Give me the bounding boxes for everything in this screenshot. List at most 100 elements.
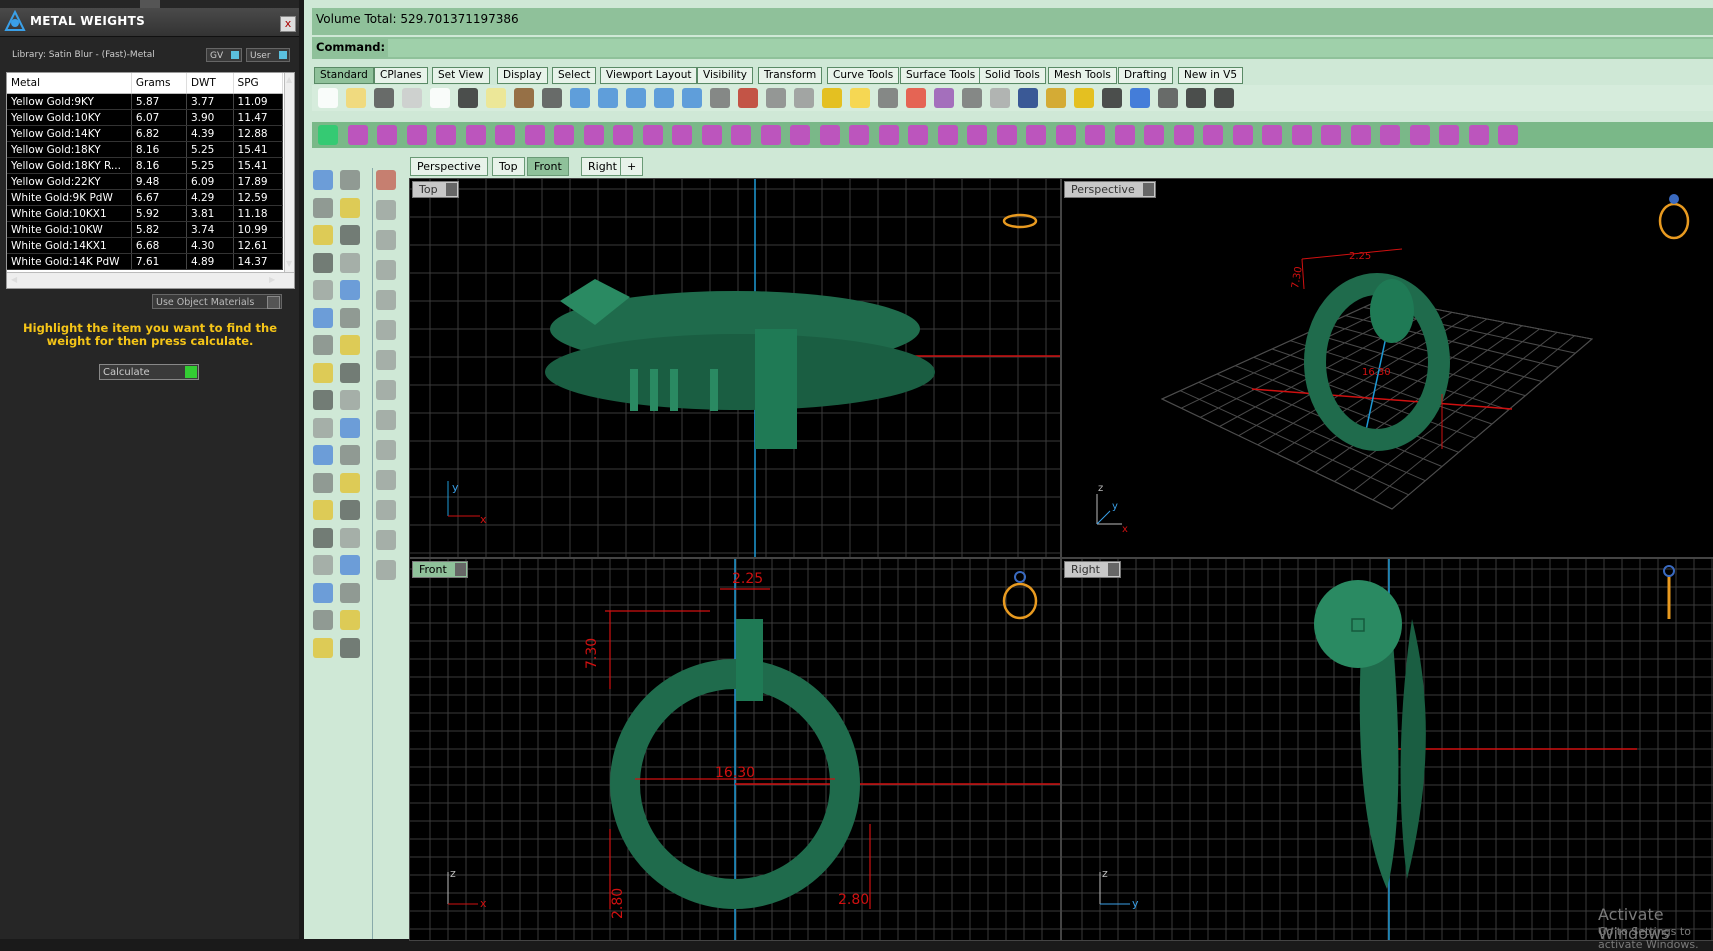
toolbar-tool-icon[interactable] [1102, 88, 1122, 108]
toolbar-tool-icon[interactable] [1158, 88, 1178, 108]
table-row[interactable]: White Gold:10KX1 5.92 3.81 11.18 [7, 205, 284, 222]
tab-set-view[interactable]: Set View [432, 67, 490, 84]
sidebar-tool-icon[interactable] [340, 170, 360, 190]
toolbar-tool-icon[interactable] [486, 88, 506, 108]
plugin-tool-icon[interactable] [1291, 125, 1312, 145]
toolbar-tool-icon[interactable] [346, 88, 366, 108]
play-icon[interactable] [185, 366, 197, 378]
sidebar-tool-icon[interactable] [313, 500, 333, 520]
toolbar-tool-icon[interactable] [906, 88, 926, 108]
toolbar-tool-icon[interactable] [1018, 88, 1038, 108]
sidebar-tool-icon[interactable] [340, 555, 360, 575]
toolbar-tool-icon[interactable] [682, 88, 702, 108]
scroll-left-icon[interactable]: ◀ [11, 275, 17, 284]
vertical-scrollbar[interactable]: ▲ ▼ [284, 73, 294, 272]
table-row[interactable]: Yellow Gold:22KY 9.48 6.09 17.89 [7, 173, 284, 190]
sidebar-tool-icon[interactable] [313, 197, 333, 218]
plugin-tool-icon[interactable] [583, 125, 604, 145]
plugin-tool-icon[interactable] [760, 125, 781, 145]
snap-tool-icon[interactable] [376, 260, 396, 280]
sidebar-tool-icon[interactable] [340, 252, 360, 273]
viewport-perspective[interactable]: 2.25 7.30 16.30 z y x Perspective [1061, 178, 1713, 558]
plugin-tool-icon[interactable] [1114, 125, 1135, 145]
plugin-tool-icon[interactable] [849, 125, 869, 145]
toolbar-tool-icon[interactable] [1046, 88, 1066, 108]
plugin-tool-icon[interactable] [1055, 125, 1076, 145]
plugin-tool-icon[interactable] [1468, 125, 1489, 145]
toolbar-tool-icon[interactable] [878, 88, 898, 108]
table-row[interactable]: Yellow Gold:18KY 8.16 5.25 15.41 [7, 141, 284, 158]
tab-viewport-layout[interactable]: Viewport Layout [600, 67, 698, 84]
snap-tool-icon[interactable] [376, 560, 396, 580]
viewport-front[interactable]: 2.25 7.30 16.30 2.80 2.80 z x Front [409, 558, 1061, 941]
user-toggle[interactable]: User [246, 48, 290, 62]
sidebar-tool-icon[interactable] [313, 280, 333, 300]
tab-surface-tools[interactable]: Surface Tools [900, 67, 982, 84]
sidebar-tool-icon[interactable] [313, 555, 333, 575]
viewport-label-right[interactable]: Right [1064, 561, 1121, 578]
sidebar-tool-icon[interactable] [313, 307, 333, 328]
tab-standard[interactable]: Standard [314, 67, 374, 84]
toolbar-tool-icon[interactable] [598, 88, 618, 108]
toolbar-tool-icon[interactable] [1074, 88, 1094, 108]
toolbar-tool-icon[interactable] [402, 88, 422, 108]
snap-tool-icon[interactable] [376, 530, 396, 550]
plugin-tool-icon[interactable] [406, 125, 427, 145]
sidebar-tool-icon[interactable] [313, 527, 333, 548]
viewport-tab-top[interactable]: Top [492, 157, 525, 176]
sidebar-tool-icon[interactable] [313, 637, 333, 658]
tab-solid-tools[interactable]: Solid Tools [979, 67, 1046, 84]
viewport-label-front[interactable]: Front [412, 561, 468, 578]
column-header-dwt[interactable]: DWT [186, 73, 234, 94]
sidebar-tool-icon[interactable] [340, 445, 360, 465]
toolbar-tool-icon[interactable] [934, 88, 954, 108]
viewport-right[interactable]: z y Right [1061, 558, 1713, 941]
sidebar-tool-icon[interactable] [340, 307, 360, 328]
sidebar-tool-icon[interactable] [313, 335, 333, 355]
horizontal-scrollbar[interactable]: ◀ ▶ [7, 272, 294, 288]
plugin-tool-icon[interactable] [524, 125, 545, 145]
sidebar-tool-icon[interactable] [313, 472, 333, 493]
plugin-tool-icon[interactable] [1350, 125, 1371, 145]
tab-drafting[interactable]: Drafting [1118, 67, 1173, 84]
toolbar-tool-icon[interactable] [626, 88, 646, 108]
sidebar-tool-icon[interactable] [313, 390, 333, 410]
toolbar-tool-icon[interactable] [542, 88, 562, 108]
plugin-tool-icon[interactable] [1262, 125, 1282, 145]
sidebar-tool-icon[interactable] [313, 252, 333, 273]
sidebar-tool-icon[interactable] [340, 197, 360, 218]
plugin-tool-icon[interactable] [1232, 125, 1253, 145]
sidebar-tool-icon[interactable] [340, 225, 360, 245]
plugin-tool-icon[interactable] [1380, 125, 1400, 145]
plugin-tool-icon[interactable] [1144, 125, 1164, 145]
plugin-tool-icon[interactable] [731, 125, 751, 145]
viewport-tab-front[interactable]: Front [527, 157, 569, 176]
tab-display[interactable]: Display [497, 67, 548, 84]
toolbar-tool-icon[interactable] [990, 88, 1010, 108]
tab-select[interactable]: Select [552, 67, 597, 84]
column-header-grams[interactable]: Grams [131, 73, 187, 94]
sidebar-tool-icon[interactable] [340, 280, 360, 300]
tab-curve-tools[interactable]: Curve Tools [827, 67, 900, 84]
sidebar-tool-icon[interactable] [313, 362, 333, 383]
sidebar-tool-icon[interactable] [340, 335, 360, 355]
table-row[interactable]: Yellow Gold:10KY 6.07 3.90 11.47 [7, 109, 284, 126]
snap-tool-icon[interactable] [376, 500, 396, 520]
add-viewport-tab[interactable]: + [620, 157, 644, 176]
toolbar-tool-icon[interactable] [710, 88, 730, 108]
table-row[interactable]: White Gold:9K PdW 6.67 4.29 12.59 [7, 189, 284, 206]
use-object-materials-checkbox[interactable]: Use Object Materials [152, 294, 282, 309]
toolbar-tool-icon[interactable] [738, 88, 758, 108]
snap-tool-icon[interactable] [376, 350, 396, 370]
viewport-tab-perspective[interactable]: Perspective [410, 157, 488, 176]
sidebar-tool-icon[interactable] [313, 610, 333, 630]
tab-new-in-v5[interactable]: New in V5 [1178, 67, 1244, 84]
snap-tool-icon[interactable] [376, 290, 396, 310]
plugin-tool-icon[interactable] [672, 125, 692, 145]
plugin-tool-icon[interactable] [819, 125, 840, 145]
sidebar-tool-icon[interactable] [340, 610, 360, 630]
plugin-tool-icon[interactable] [318, 125, 338, 145]
plugin-tool-icon[interactable] [642, 125, 663, 145]
toolbar-tool-icon[interactable] [794, 88, 814, 108]
snap-tool-icon[interactable] [376, 200, 396, 220]
